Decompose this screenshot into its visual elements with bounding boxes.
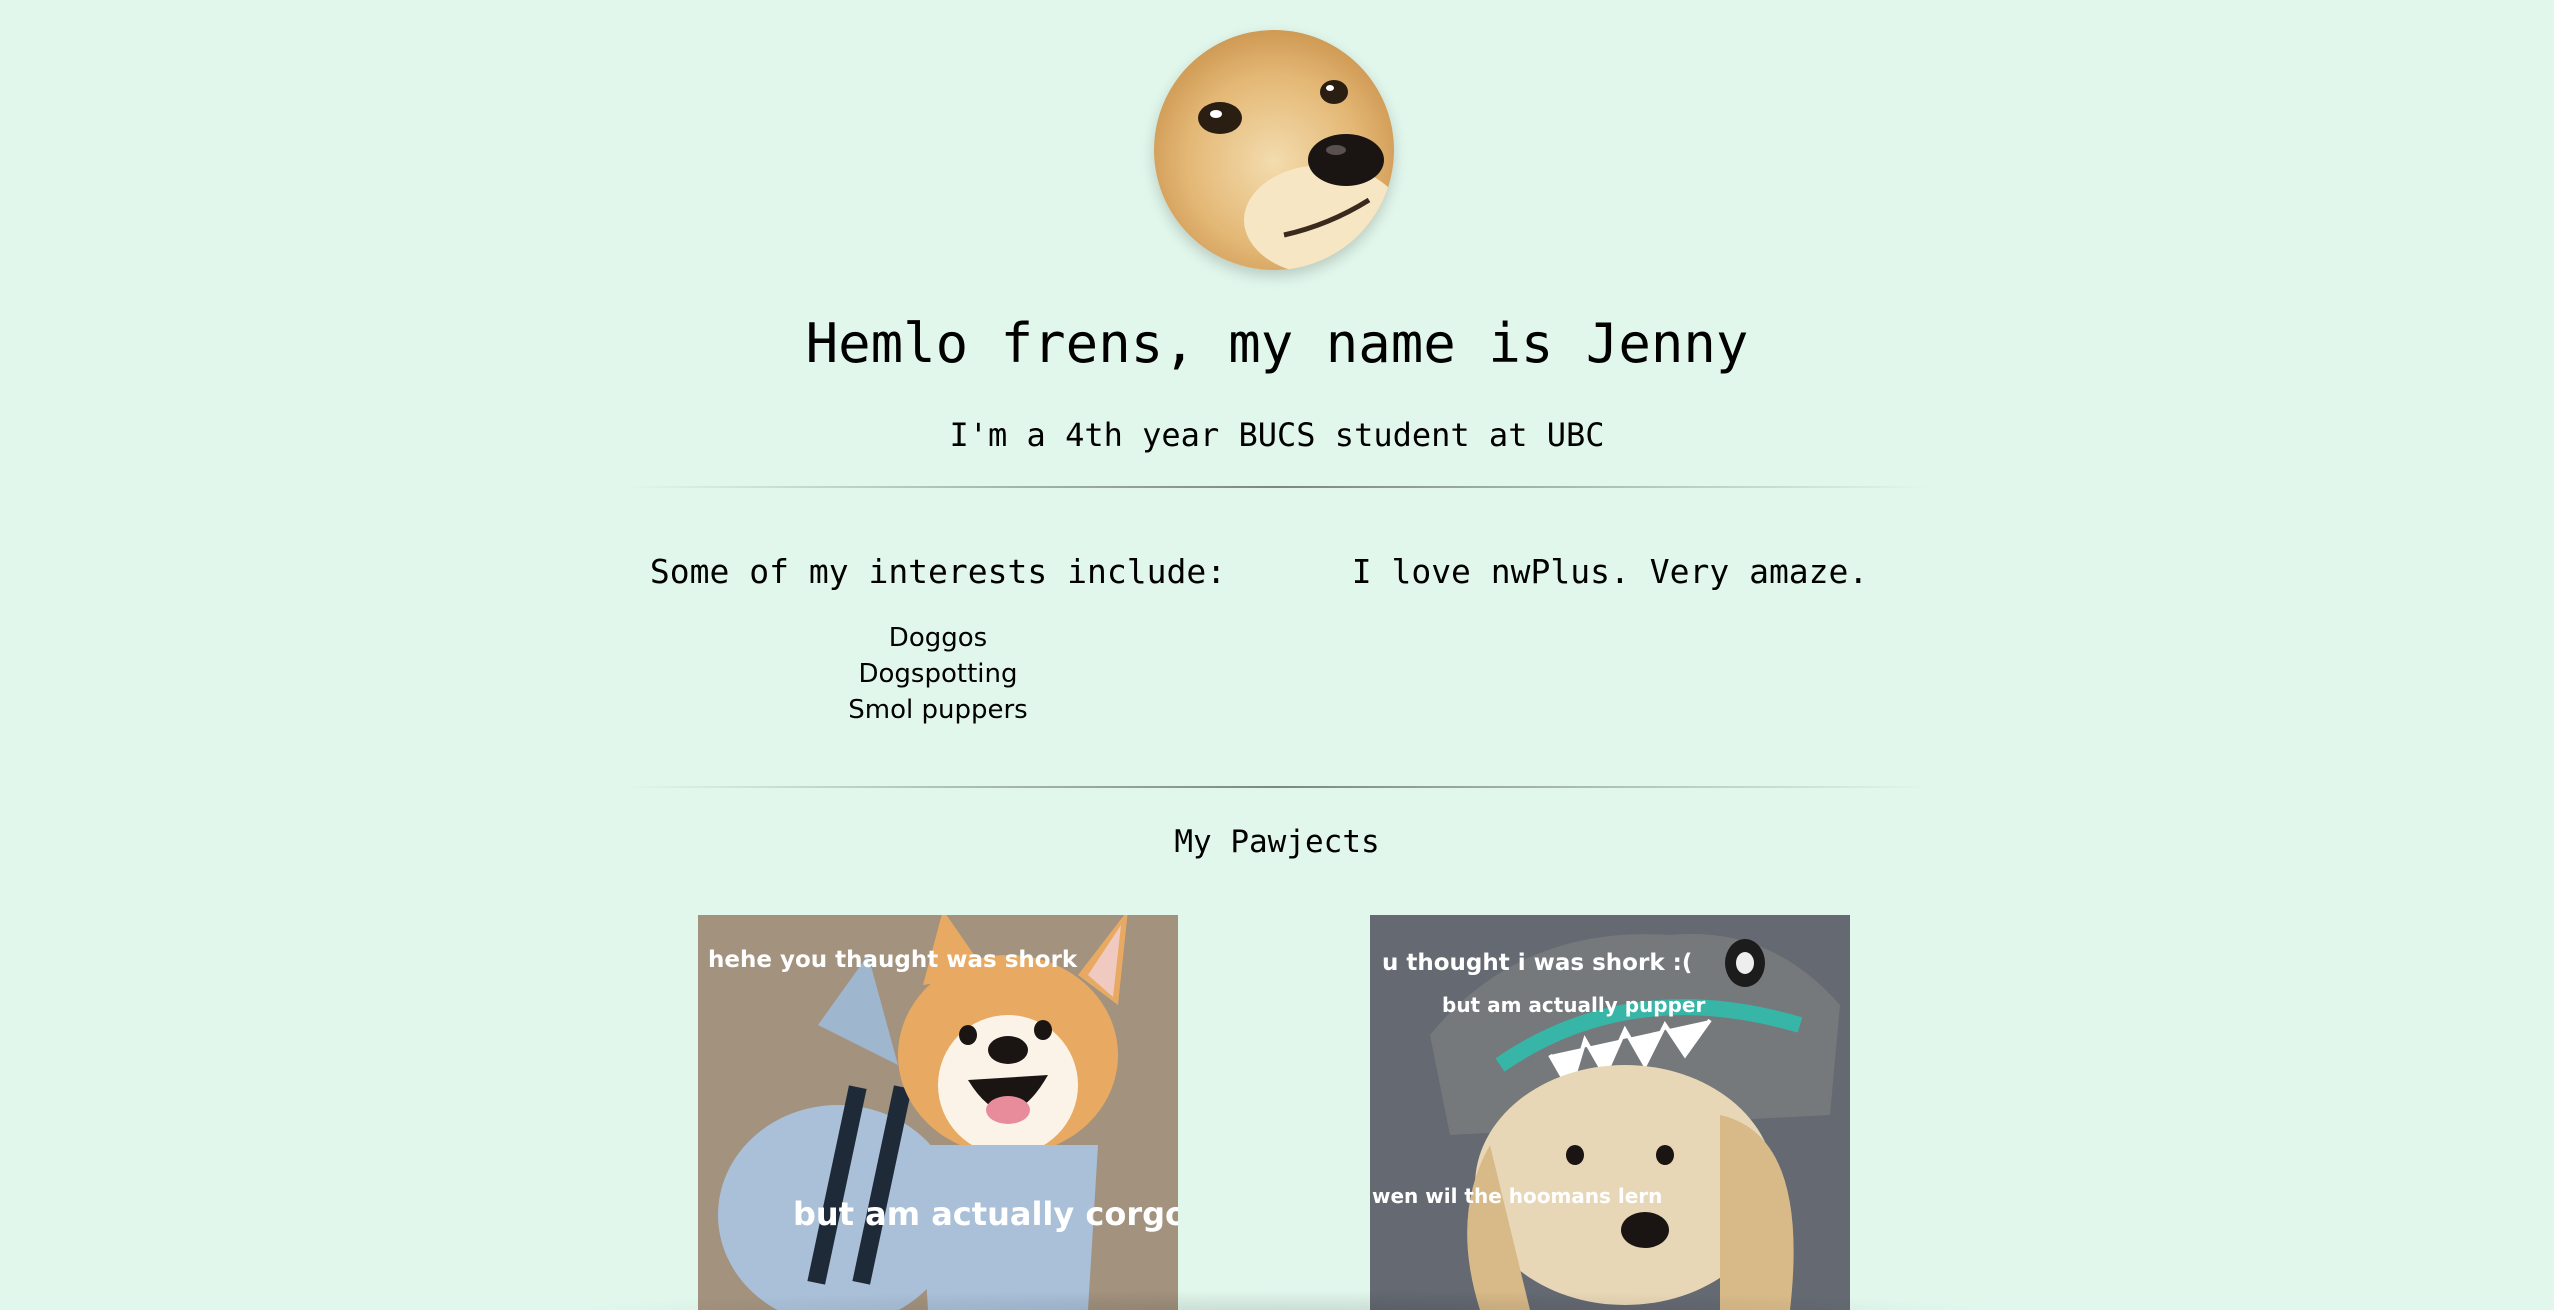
project-card-pupper[interactable]: u thought i was shork :( but am actually… — [1370, 915, 1850, 1310]
interest-item: Dogspotting — [858, 659, 1018, 689]
projects-heading: My Pawjects — [1174, 824, 1380, 860]
interest-item: Doggos — [888, 623, 988, 653]
page-subtitle: I'm a 4th year BUCS student at UBC — [949, 416, 1605, 454]
meme-caption-bottom: wen wil the hoomans lern — [1372, 1184, 1662, 1208]
pupper-shark-image: u thought i was shork :( but am actually… — [1370, 915, 1850, 1310]
meme-caption-bottom: but am actually corgo — [793, 1195, 1178, 1233]
page-title: Hemlo frens, my name is Jenny — [805, 312, 1749, 375]
meme-caption-middle: but am actually pupper — [1442, 993, 1705, 1017]
meme-caption-top: u thought i was shork :( — [1382, 950, 1692, 976]
project-card-corgo[interactable]: hehe you thaught was shork but am actual… — [698, 915, 1178, 1310]
corgi-shark-image: hehe you thaught was shork but am actual… — [698, 915, 1178, 1310]
interest-item: Smol puppers — [848, 695, 1028, 725]
profile-avatar — [1154, 30, 1394, 270]
meme-caption-top: hehe you thaught was shork — [708, 947, 1078, 973]
divider — [625, 486, 1930, 488]
divider — [625, 786, 1930, 788]
interests-list: Doggos Dogspotting Smol puppers — [620, 620, 1256, 728]
love-text: I love nwPlus. Very amaze. — [1351, 552, 1869, 591]
interests-heading: Some of my interests include: — [649, 552, 1227, 591]
doge-avatar-image — [1154, 30, 1394, 270]
